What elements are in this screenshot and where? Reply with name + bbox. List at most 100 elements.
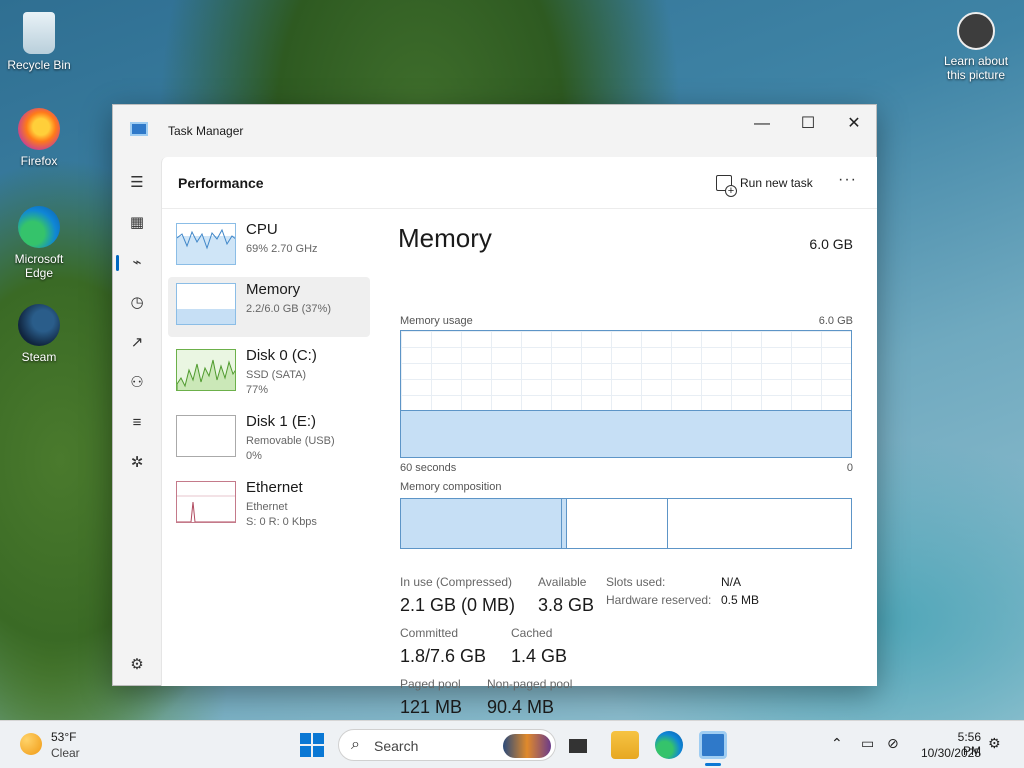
hardware-reserved-value: 0.5 MB	[721, 593, 760, 607]
resource-detail-2: 77%	[246, 384, 269, 396]
taskbar: 53°F Clear ⌕ Search ⌃ ▭ ⊘ 5:56 PM 10/30/…	[0, 720, 1024, 768]
task-view-icon[interactable]	[565, 731, 593, 759]
committed-label: Committed	[400, 626, 459, 640]
file-explorer-icon[interactable]	[611, 731, 639, 759]
disk-0-thumbnail	[176, 349, 236, 391]
search-highlight-icon	[503, 734, 551, 758]
resource-item-cpu[interactable]: CPU 69% 2.70 GHz	[168, 217, 370, 277]
available-label: Available	[538, 575, 587, 589]
resource-item-ethernet[interactable]: Ethernet Ethernet S: 0 R: 0 Kbps	[168, 475, 370, 535]
cpu-thumbnail	[176, 223, 236, 265]
startup-apps-icon[interactable]: ↗	[127, 333, 147, 353]
memory-usage-fill	[401, 410, 851, 457]
memory-total: 6.0 GB	[809, 236, 853, 252]
search-placeholder: Search	[374, 738, 419, 754]
resource-detail: Ethernet	[246, 501, 288, 513]
resource-item-disk-1[interactable]: Disk 1 (E:) Removable (USB) 0%	[168, 409, 370, 469]
maximize-button[interactable]: ☐	[785, 109, 831, 139]
paged-pool-value: 121 MB	[400, 697, 463, 717]
memory-composition-label: Memory composition	[400, 481, 502, 493]
weather-condition[interactable]: Clear	[51, 746, 80, 760]
in-use-value: 2.1 GB (0 MB)	[400, 595, 516, 615]
memory-usage-label: Memory usage	[400, 315, 473, 327]
resource-item-memory[interactable]: Memory 2.2/6.0 GB (37%)	[168, 277, 370, 337]
processes-icon[interactable]: ▦	[127, 213, 147, 233]
desktop-icon-label: Steam	[21, 350, 57, 364]
desktop-icon-label: Recycle Bin	[7, 58, 71, 72]
detail-title: Memory	[398, 223, 492, 253]
page-title: Performance	[178, 175, 264, 191]
title-bar[interactable]: Task Manager — ☐ ✕	[113, 105, 876, 157]
resource-name: Disk 1 (E:)	[246, 413, 317, 430]
composition-free	[668, 499, 851, 548]
available-value: 3.8 GB	[538, 595, 595, 615]
clock-date[interactable]: 10/30/2025	[917, 746, 981, 760]
desktop-icon-label: Microsoft Edge	[14, 252, 64, 280]
users-icon[interactable]: ⚇	[127, 373, 147, 393]
memory-composition-bar	[400, 498, 852, 549]
recycle-bin-icon	[23, 12, 55, 54]
in-use-label: In use (Compressed)	[400, 575, 513, 589]
edge-taskbar-icon[interactable]	[655, 731, 683, 759]
cached-value: 1.4 GB	[511, 646, 568, 666]
task-manager-window: Task Manager — ☐ ✕ ☰ ▦ ⌁ ◷ ↗ ⚇ ≡ ✲ ⚙ Per…	[112, 104, 877, 717]
desktop-icon-steam[interactable]: Steam	[1, 304, 77, 364]
performance-icon[interactable]: ⌁	[127, 253, 147, 273]
cached-label: Cached	[511, 626, 553, 640]
composition-in-use	[401, 499, 562, 548]
memory-thumbnail	[176, 283, 236, 325]
ethernet-sparkline	[177, 495, 235, 522]
resource-detail-2: S: 0 R: 0 Kbps	[246, 516, 317, 528]
resource-detail: 69% 2.70 GHz	[246, 243, 318, 255]
paged-pool-label: Paged pool	[400, 677, 461, 691]
run-new-task-button[interactable]: Run new task	[716, 169, 813, 197]
more-options-button[interactable]: ···	[838, 171, 857, 189]
slots-used-label: Slots used:	[606, 575, 666, 589]
resource-item-disk-0[interactable]: Disk 0 (C:) SSD (SATA) 77%	[168, 343, 370, 403]
close-button[interactable]: ✕	[831, 109, 877, 139]
weather-temperature[interactable]: 53°F	[51, 730, 76, 744]
search-icon: ⌕	[351, 736, 360, 753]
weather-moon-icon[interactable]	[20, 733, 42, 755]
chevron-up-icon[interactable]: ⌃	[831, 735, 843, 752]
desktop-icon-recycle-bin[interactable]: Recycle Bin	[1, 12, 77, 72]
desktop-icon-label: Firefox	[20, 154, 58, 168]
resource-detail-2: 0%	[246, 450, 262, 462]
network-icon[interactable]: ▭	[861, 735, 874, 752]
notifications-icon[interactable]: ⚙	[988, 735, 1001, 752]
run-task-icon	[716, 175, 737, 197]
committed-value: 1.8/7.6 GB	[400, 646, 487, 666]
resource-detail: 2.2/6.0 GB (37%)	[246, 303, 331, 315]
nav-active-indicator	[116, 255, 119, 271]
desktop-icon-edge[interactable]: Microsoft Edge	[1, 206, 77, 280]
non-paged-pool-value: 90.4 MB	[487, 697, 555, 717]
hamburger-menu-icon[interactable]: ☰	[127, 173, 147, 193]
taskbar-search[interactable]: ⌕ Search	[338, 729, 556, 761]
resource-detail: Removable (USB)	[246, 435, 335, 447]
resource-name: CPU	[246, 221, 278, 238]
minimize-button[interactable]: —	[739, 109, 785, 139]
desktop-icon-learn-about-picture[interactable]: Learn about this picture	[938, 12, 1014, 82]
details-icon[interactable]: ≡	[127, 413, 147, 433]
desktop-icon-firefox[interactable]: Firefox	[1, 108, 77, 168]
start-button[interactable]	[300, 733, 324, 757]
app-history-icon[interactable]: ◷	[127, 293, 147, 313]
services-icon[interactable]: ✲	[127, 453, 147, 473]
graph-time-right: 0	[846, 462, 853, 474]
nav-rail: ☰ ▦ ⌁ ◷ ↗ ⚇ ≡ ✲ ⚙	[113, 157, 161, 687]
slots-used-value: N/A	[721, 575, 742, 589]
task-manager-taskbar-icon[interactable]	[699, 731, 727, 759]
disk-0-sparkline	[177, 359, 235, 390]
window-title: Task Manager	[168, 124, 244, 138]
memory-usage-graph	[400, 330, 852, 458]
firefox-icon	[18, 108, 60, 150]
resource-name: Disk 0 (C:)	[246, 347, 317, 364]
ethernet-thumbnail	[176, 481, 236, 523]
edge-icon	[18, 206, 60, 248]
memory-usage-max: 6.0 GB	[818, 315, 853, 327]
graph-time-left: 60 seconds	[400, 462, 457, 474]
volume-muted-icon[interactable]: ⊘	[887, 735, 899, 752]
steam-icon	[18, 304, 60, 346]
settings-icon[interactable]: ⚙	[127, 655, 147, 675]
resource-name: Memory	[246, 281, 301, 298]
